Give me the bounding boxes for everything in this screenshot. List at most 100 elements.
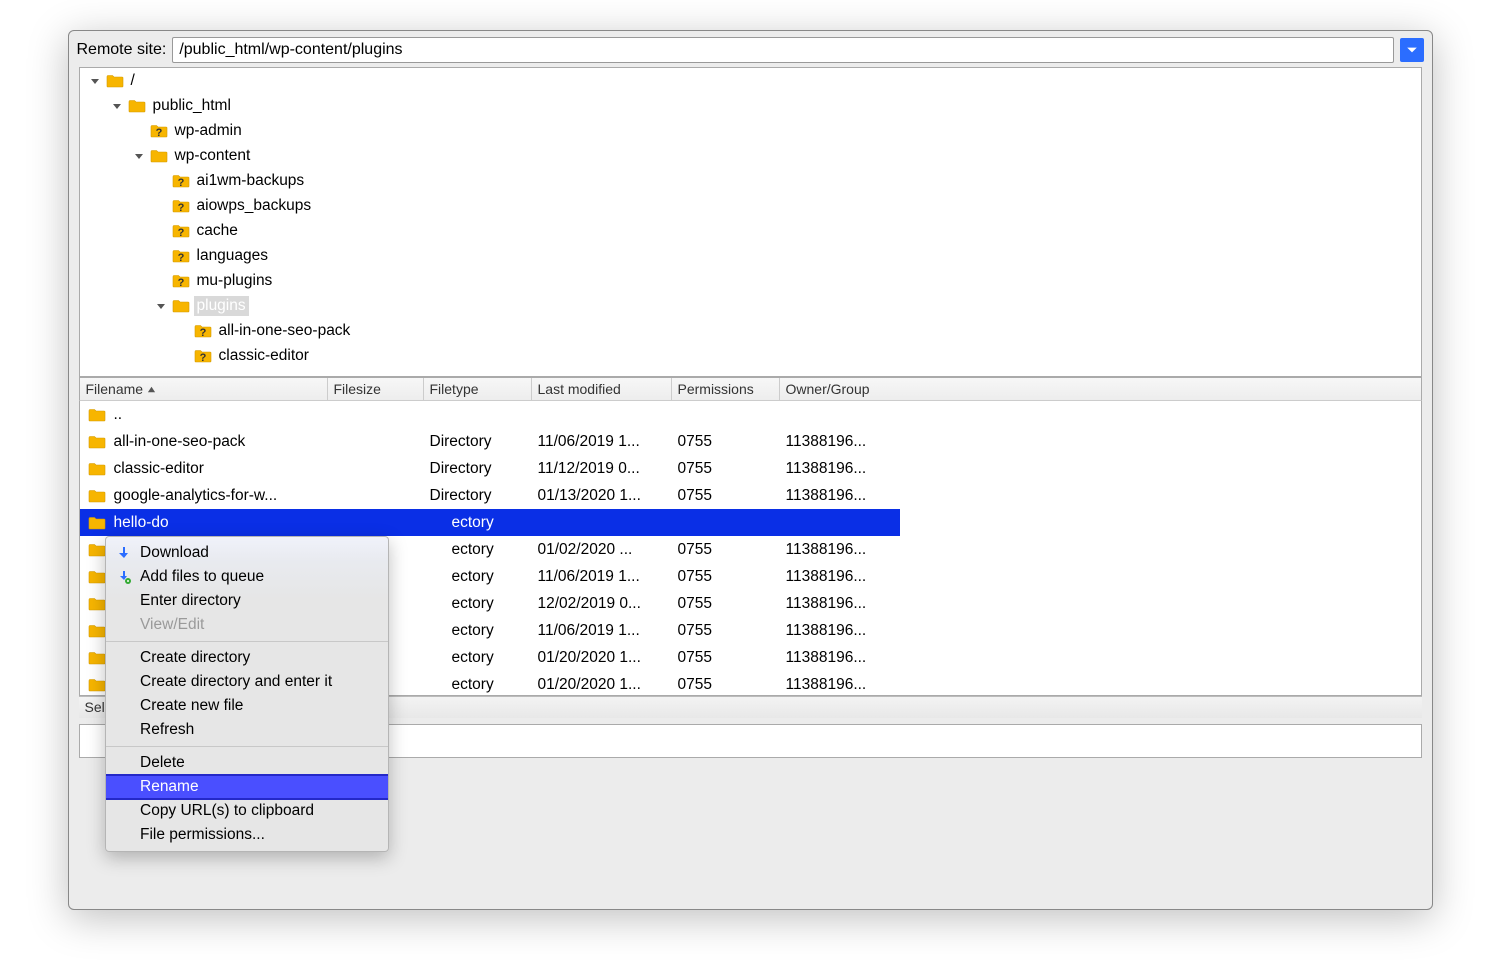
ctx-add-queue[interactable]: Add files to queue — [106, 565, 388, 589]
col-owner[interactable]: Owner/Group — [780, 378, 1421, 400]
ctx-create-directory[interactable]: Create directory — [106, 646, 388, 670]
remote-path-bar: Remote site: /public_html/wp-content/plu… — [69, 31, 1432, 67]
col-filetype[interactable]: Filetype — [424, 378, 532, 400]
filetype-tail: ectory — [452, 622, 494, 639]
file-row[interactable]: google-analytics-for-w... Directory 01/13/… — [80, 482, 1421, 509]
ctx-view-edit: View/Edit — [106, 613, 388, 637]
ctx-refresh[interactable]: Refresh — [106, 718, 388, 742]
filetype: Directory — [430, 487, 492, 504]
folder-unknown-icon: ? — [172, 249, 190, 263]
tree-item[interactable]: ?classic-editor — [80, 343, 1421, 368]
svg-text:?: ? — [199, 327, 206, 338]
modified: 11/06/2019 1... — [538, 568, 640, 585]
owner-group: 11388196... — [786, 568, 867, 585]
ctx-download[interactable]: Download — [106, 541, 388, 565]
file-name: google-analytics-for-w... — [114, 487, 278, 505]
tree-item[interactable]: ?mu-plugins — [80, 268, 1421, 293]
ctx-enter-directory[interactable]: Enter directory — [106, 589, 388, 613]
owner-group: 11388196... — [786, 541, 867, 558]
folder-unknown-icon: ? — [150, 124, 168, 138]
path-dropdown-button[interactable] — [1400, 38, 1424, 62]
folder-icon — [88, 408, 106, 422]
filetype-tail: ectory — [452, 514, 494, 531]
tree-item-label: public_html — [150, 96, 234, 116]
folder-icon — [88, 624, 106, 638]
modified: 01/20/2020 1... — [538, 649, 641, 666]
tree-item-label: / — [128, 71, 138, 91]
tree-item[interactable]: wp-content — [80, 143, 1421, 168]
tree-item[interactable]: ? languages — [80, 243, 1421, 268]
tree-item[interactable]: / — [80, 68, 1421, 93]
disclosure-triangle-icon[interactable] — [132, 149, 146, 163]
disclosure-triangle-icon[interactable] — [154, 299, 168, 313]
ctx-copy-url[interactable]: Copy URL(s) to clipboard — [106, 799, 388, 823]
col-filesize[interactable]: Filesize — [328, 378, 424, 400]
directory-tree[interactable]: / public_html?wp-admin wp-content? ai1wm-ba… — [79, 67, 1422, 377]
download-icon — [116, 545, 132, 561]
file-name: classic-editor — [114, 460, 204, 478]
remote-site-label: Remote site: — [77, 41, 167, 59]
ctx-separator — [106, 746, 388, 747]
filetype-tail: ectory — [452, 649, 494, 666]
file-row[interactable]: classic-editor Directory 11/12/2019 0... 07… — [80, 455, 1421, 482]
folder-icon — [88, 543, 106, 557]
filetype-tail: ectory — [452, 676, 494, 693]
add-queue-icon — [116, 569, 132, 585]
tree-item-label: all-in-one-seo-pack — [216, 321, 354, 341]
file-row[interactable]: all-in-one-seo-packDirectory11/06/2019 1… — [80, 428, 1421, 455]
ctx-separator — [106, 641, 388, 642]
folder-icon — [88, 489, 106, 503]
col-filename[interactable]: Filename — [80, 378, 328, 400]
ctx-create-enter[interactable]: Create directory and enter it — [106, 670, 388, 694]
permissions: 0755 — [678, 433, 712, 450]
sort-asc-icon — [147, 381, 156, 397]
ctx-delete[interactable]: Delete — [106, 751, 388, 775]
permissions: 0755 — [678, 676, 712, 693]
svg-text:?: ? — [177, 277, 184, 288]
col-permissions[interactable]: Permissions — [672, 378, 780, 400]
tree-item[interactable]: public_html — [80, 93, 1421, 118]
folder-icon — [150, 149, 168, 163]
tree-item[interactable]: ? all-in-one-seo-pack — [80, 318, 1421, 343]
tree-item-label: wp-content — [172, 146, 254, 166]
permissions: 0755 — [678, 541, 712, 558]
remote-path-input[interactable]: /public_html/wp-content/plugins — [172, 37, 1393, 63]
folder-unknown-icon: ? — [172, 224, 190, 238]
tree-item[interactable]: ? ai1wm-backups — [80, 168, 1421, 193]
owner-group: 11388196... — [786, 649, 867, 666]
folder-icon — [88, 570, 106, 584]
context-menu: Download Add files to queue Enter direct… — [105, 536, 389, 852]
file-name: .. — [114, 406, 123, 424]
tree-item-label: languages — [194, 246, 272, 266]
svg-text:?: ? — [177, 177, 184, 188]
tree-item[interactable]: ?cache — [80, 218, 1421, 243]
modified: 01/13/2020 1... — [538, 487, 641, 504]
tree-item[interactable]: ?aiowps_backups — [80, 193, 1421, 218]
folder-icon — [88, 516, 106, 530]
tree-item[interactable]: plugins — [80, 293, 1421, 318]
disclosure-triangle-icon[interactable] — [110, 99, 124, 113]
file-row[interactable]: hello-do ectory — [80, 509, 900, 536]
filetype: Directory — [430, 460, 492, 477]
owner-group: 11388196... — [786, 622, 867, 639]
file-row[interactable]: .. — [80, 401, 1421, 428]
ctx-rename[interactable]: Rename — [106, 774, 388, 800]
modified: 11/12/2019 0... — [538, 460, 640, 477]
tree-item[interactable]: ?wp-admin — [80, 118, 1421, 143]
permissions: 0755 — [678, 460, 712, 477]
tree-item-label: ai1wm-backups — [194, 171, 308, 191]
file-name: all-in-one-seo-pack — [114, 433, 246, 451]
modified: 11/06/2019 1... — [538, 433, 640, 450]
modified: 01/02/2020 ... — [538, 541, 633, 558]
folder-unknown-icon: ? — [172, 174, 190, 188]
ctx-create-file[interactable]: Create new file — [106, 694, 388, 718]
disclosure-triangle-icon[interactable] — [88, 74, 102, 88]
file-name: hello-do — [114, 514, 169, 532]
modified: 12/02/2019 0... — [538, 595, 641, 612]
col-modified[interactable]: Last modified — [532, 378, 672, 400]
tree-item-label: aiowps_backups — [194, 196, 315, 216]
owner-group: 11388196... — [786, 595, 867, 612]
ctx-file-permissions[interactable]: File permissions... — [106, 823, 388, 847]
permissions: 0755 — [678, 568, 712, 585]
folder-icon — [88, 651, 106, 665]
